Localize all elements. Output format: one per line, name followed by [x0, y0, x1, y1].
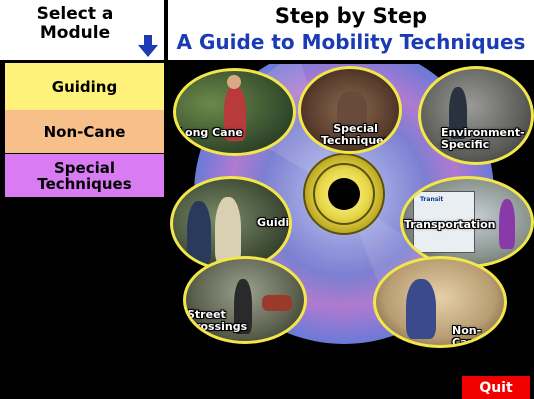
page-title: Step by Step	[274, 4, 428, 28]
module-special-techniques[interactable]: Special Techniques	[298, 66, 402, 154]
select-module-header: Select a Module	[0, 0, 164, 60]
quit-button[interactable]: Quit	[462, 376, 530, 399]
module-street-crossings[interactable]: Street Crossings	[183, 256, 307, 344]
car-graphic	[262, 295, 292, 311]
menu-button-special-techniques[interactable]: Special Techniques	[5, 154, 164, 197]
down-arrow-icon	[138, 35, 158, 57]
title-header: Step by Step A Guide to Mobility Techniq…	[168, 0, 534, 60]
bus-sign: Transit	[420, 196, 444, 203]
module-transportation[interactable]: Transit Transportation	[400, 176, 534, 268]
module-label-transportation: Transportation	[404, 218, 496, 231]
transportation-figure	[499, 199, 515, 249]
module-label-environment-specific: Environment- Specific	[441, 126, 525, 151]
module-label-special-techniques: Special Techniques	[321, 122, 391, 147]
module-long-cane[interactable]: Long Cane	[173, 68, 296, 156]
guiding-figure-2	[215, 197, 241, 265]
long-cane-figure-head	[227, 75, 241, 89]
menu-button-non-cane[interactable]: Non-Cane	[5, 110, 164, 153]
guiding-figure-1	[187, 201, 211, 265]
module-label-long-cane: Long Cane	[178, 126, 243, 139]
module-non-cane[interactable]: Non-Cane	[373, 256, 507, 348]
non-cane-figure	[406, 279, 436, 339]
page-subtitle: A Guide to Mobility Techniques	[176, 30, 526, 54]
module-environment-specific[interactable]: Environment- Specific	[418, 66, 534, 165]
module-label-street-crossings: Street Crossings	[187, 308, 248, 333]
select-module-label: Select a Module	[36, 4, 114, 43]
module-label-non-cane: Non-Cane	[452, 324, 483, 348]
menu-button-guiding[interactable]: Guiding	[5, 63, 164, 110]
module-label-guiding: Guiding	[257, 216, 290, 229]
